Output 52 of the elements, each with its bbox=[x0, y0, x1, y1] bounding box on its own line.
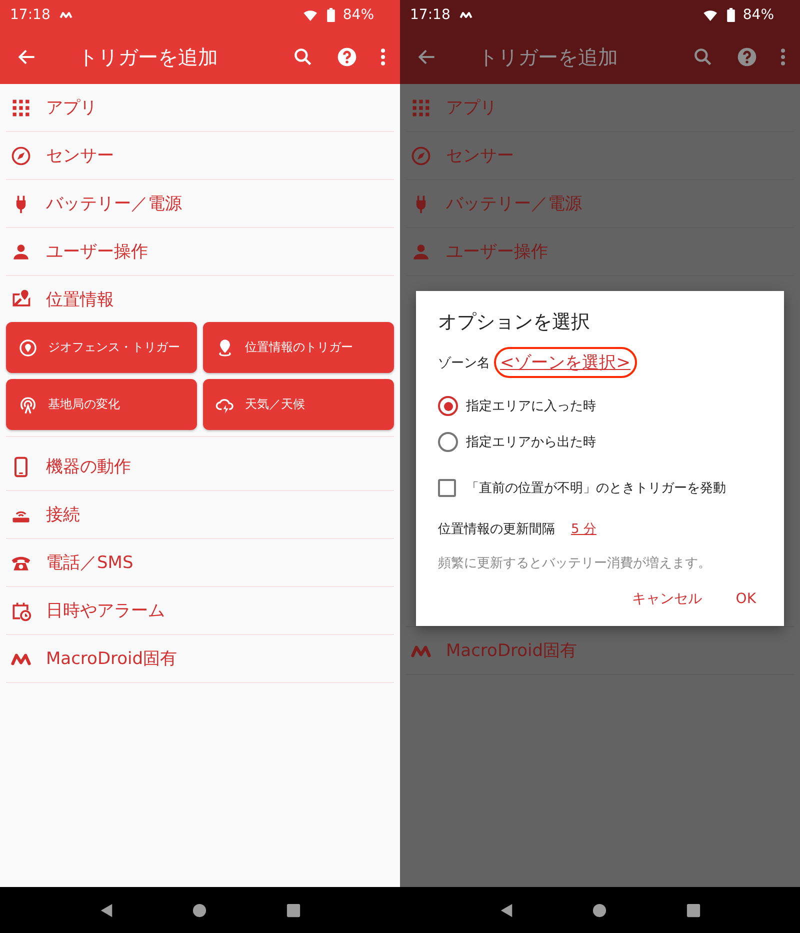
dialog-button[interactable]: キャンセル bbox=[626, 582, 708, 616]
screen-title: トリガーを追加 bbox=[478, 44, 618, 70]
radio-label: 指定エリアに入った時 bbox=[466, 398, 596, 415]
category-item[interactable]: ユーザー操作 bbox=[46, 240, 148, 263]
battery-percent: 84% bbox=[342, 7, 374, 23]
dialog-button[interactable]: OK bbox=[730, 582, 762, 616]
interval-link[interactable]: 5 分 bbox=[571, 520, 596, 538]
radio-button[interactable] bbox=[438, 396, 458, 416]
home-icon[interactable] bbox=[192, 902, 208, 918]
zone-label: ゾーン名 bbox=[438, 354, 490, 372]
back-icon[interactable] bbox=[499, 902, 514, 918]
category-item[interactable]: アプリ bbox=[46, 96, 97, 119]
radio-button[interactable] bbox=[438, 432, 458, 452]
search-icon[interactable] bbox=[692, 46, 714, 68]
home-icon[interactable] bbox=[592, 902, 608, 918]
clock-text: 17:18 bbox=[410, 7, 450, 23]
more-menu-icon[interactable] bbox=[780, 46, 786, 68]
clock-text: 17:18 bbox=[10, 7, 50, 23]
category-item[interactable]: 位置情報 bbox=[46, 288, 114, 310]
more-menu-icon[interactable] bbox=[380, 46, 386, 68]
interval-label: 位置情報の更新間隔 bbox=[438, 521, 555, 538]
category-item[interactable]: センサー bbox=[46, 144, 114, 167]
zone-select-link[interactable]: <ゾーンを選択> bbox=[500, 353, 630, 373]
category-item[interactable]: 機器の動作 bbox=[46, 455, 131, 478]
battery-icon bbox=[326, 8, 335, 22]
checkbox[interactable] bbox=[438, 479, 456, 497]
antenna-icon bbox=[18, 394, 38, 414]
trigger-option-button[interactable]: ジオフェンス・トリガー bbox=[6, 322, 197, 373]
battery-percent: 84% bbox=[742, 7, 774, 23]
location-target-icon bbox=[18, 338, 38, 358]
dialog-title: オプションを選択 bbox=[438, 310, 591, 335]
battery-icon bbox=[726, 8, 735, 22]
category-item[interactable]: MacroDroid固有 bbox=[46, 647, 178, 670]
help-icon[interactable] bbox=[736, 46, 758, 68]
category-item[interactable]: 接続 bbox=[46, 503, 80, 526]
trigger-option-button[interactable]: 天気／天候 bbox=[203, 379, 394, 430]
hint-text: 頻繁に更新するとバッテリー消費が増えます。 bbox=[438, 554, 712, 572]
recents-icon[interactable] bbox=[286, 902, 301, 918]
category-item[interactable]: 電話／SMS bbox=[46, 551, 134, 574]
compass-icon bbox=[410, 144, 432, 166]
radio-label: 指定エリアから出た時 bbox=[466, 434, 596, 451]
recents-icon[interactable] bbox=[686, 902, 701, 918]
trigger-option-button[interactable]: 基地局の変化 bbox=[6, 379, 197, 430]
compass-icon bbox=[10, 144, 32, 166]
checkbox-label: 「直前の位置が不明」のときトリガーを発動 bbox=[466, 480, 726, 497]
back-icon[interactable] bbox=[99, 902, 114, 918]
search-icon[interactable] bbox=[292, 46, 314, 68]
screen-title: トリガーを追加 bbox=[78, 44, 218, 70]
help-icon[interactable] bbox=[336, 46, 358, 68]
trigger-option-button[interactable]: 位置情報のトリガー bbox=[203, 322, 394, 373]
category-item[interactable]: 日時やアラーム bbox=[46, 599, 165, 622]
category-item[interactable]: バッテリー／電源 bbox=[46, 192, 182, 215]
